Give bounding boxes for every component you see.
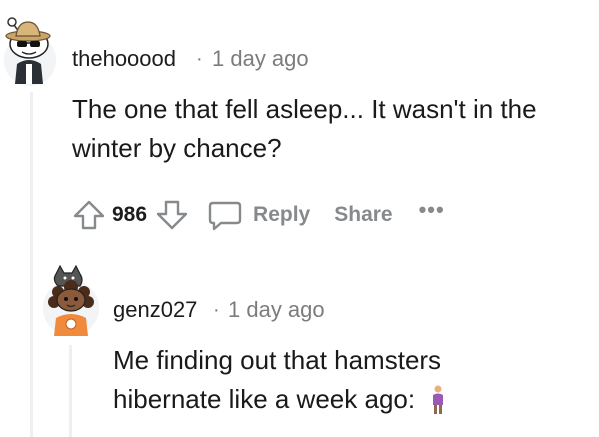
comment-timestamp[interactable]: 1 day ago — [228, 297, 325, 323]
avatar[interactable] — [0, 12, 60, 86]
meta-separator: · — [196, 48, 203, 70]
snoo-curly-hair-cat-avatar-icon — [43, 264, 99, 336]
comment-author[interactable]: thehooood — [72, 46, 176, 72]
comment-actions: 986 Reply Share ••• — [72, 197, 445, 233]
snoo-cowboy-sunglasses-avatar-icon — [4, 17, 56, 86]
comment-timestamp[interactable]: 1 day ago — [212, 46, 309, 72]
downvote-icon[interactable] — [155, 198, 189, 232]
person-standing-emoji-icon — [431, 385, 445, 415]
share-button[interactable]: Share — [334, 203, 392, 227]
reply-button[interactable]: Reply — [207, 198, 310, 232]
comment-line: The one that fell asleep... It wasn't in… — [72, 94, 537, 124]
comment-line: hibernate like a week ago: — [113, 380, 593, 419]
reply-label[interactable]: Reply — [253, 203, 310, 227]
comment-body: The one that fell asleep... It wasn't in… — [72, 90, 592, 168]
meta-separator: · — [213, 299, 220, 321]
comment-line: Me finding out that hamsters — [113, 345, 442, 375]
more-options-button[interactable]: ••• — [419, 197, 445, 223]
comment-bubble-icon — [208, 201, 242, 231]
comment-line: winter by chance? — [72, 133, 282, 163]
thread-line-1[interactable] — [30, 92, 33, 437]
comment-line-text: hibernate like a week ago: — [113, 384, 416, 414]
upvote-icon[interactable] — [72, 198, 106, 232]
comment-author[interactable]: genz027 — [113, 297, 197, 323]
comment-body: Me finding out that hamsters hibernate l… — [113, 341, 593, 419]
thread-line-2[interactable] — [69, 345, 72, 437]
avatar[interactable] — [40, 262, 102, 338]
vote-score: 986 — [112, 203, 148, 226]
